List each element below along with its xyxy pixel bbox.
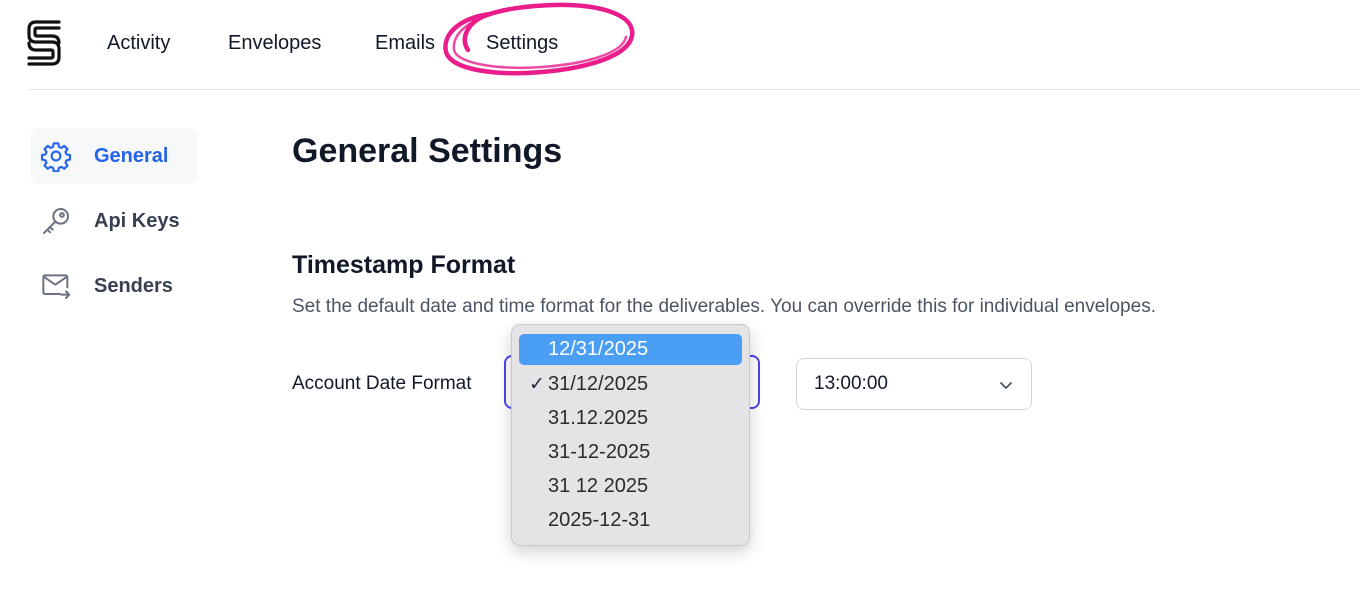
sidebar-item-label: Senders	[94, 275, 173, 297]
section-description: Set the default date and time format for…	[292, 296, 1156, 317]
date-format-option[interactable]: 31 12 2025	[519, 471, 742, 502]
chevron-down-icon	[1000, 382, 1012, 389]
date-format-dropdown: 12/31/2025 ✓ 31/12/2025 31.12.2025 31-12…	[511, 324, 750, 546]
option-label: 31 12 2025	[548, 475, 649, 497]
checkmark-icon: ✓	[529, 374, 545, 395]
date-format-option[interactable]: 12/31/2025	[519, 334, 742, 365]
sidebar-item-senders[interactable]: Senders	[30, 258, 197, 314]
account-date-format-label: Account Date Format	[292, 373, 472, 394]
date-format-option[interactable]: 31-12-2025	[519, 437, 742, 468]
section-title: Timestamp Format	[292, 251, 516, 279]
sidebar-item-general[interactable]: General	[30, 128, 197, 184]
top-navigation: Activity Envelopes Emails Settings	[0, 0, 1360, 90]
option-label: 31-12-2025	[548, 441, 651, 463]
gear-icon	[40, 142, 72, 172]
sidebar-item-api-keys[interactable]: Api Keys	[30, 193, 197, 249]
time-format-value: 13:00:00	[814, 373, 888, 394]
option-label: 31.12.2025	[548, 407, 649, 429]
option-label: 12/31/2025	[548, 338, 649, 360]
nav-envelopes[interactable]: Envelopes	[228, 30, 321, 56]
nav-emails[interactable]: Emails	[375, 30, 435, 56]
nav-divider	[28, 89, 1360, 90]
key-icon	[43, 208, 69, 234]
date-format-option[interactable]: 2025-12-31	[519, 505, 742, 536]
envelope-arrow-icon	[42, 274, 71, 299]
option-label: 2025-12-31	[548, 509, 651, 531]
nav-activity[interactable]: Activity	[107, 30, 170, 56]
time-format-select[interactable]: 13:00:00	[796, 358, 1032, 410]
page-title: General Settings	[292, 132, 563, 170]
brand-logo-icon[interactable]	[26, 18, 62, 68]
date-format-option[interactable]: ✓ 31/12/2025	[519, 369, 742, 400]
sidebar-item-label: General	[94, 145, 169, 167]
sidebar-item-label: Api Keys	[94, 210, 180, 232]
date-format-option[interactable]: 31.12.2025	[519, 403, 742, 434]
option-label: 31/12/2025	[548, 373, 649, 395]
settings-page: Activity Envelopes Emails Settings Gener…	[0, 0, 1360, 603]
nav-settings[interactable]: Settings	[486, 30, 558, 56]
